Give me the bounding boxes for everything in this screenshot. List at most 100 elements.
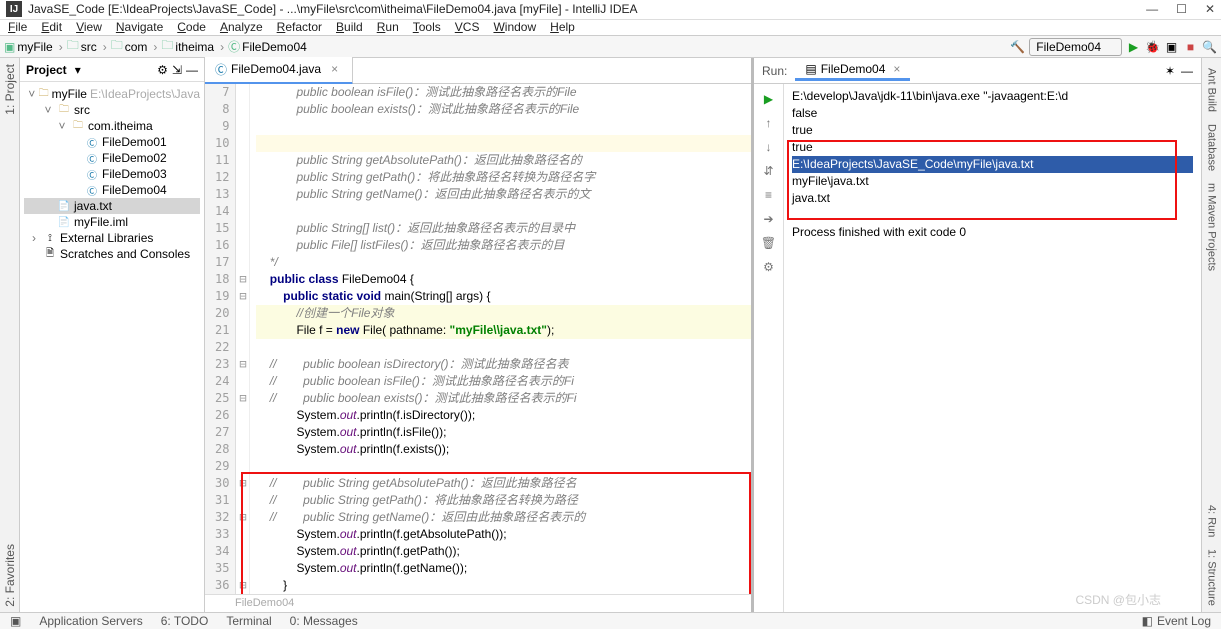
tab-run[interactable]: 4: Run <box>1206 505 1218 537</box>
code-line-24[interactable]: // public boolean isFile()：测试此抽象路径名表示的Fi <box>256 373 751 390</box>
run-tool-4[interactable]: ≡ <box>760 186 778 204</box>
run-tab-label[interactable]: FileDemo04 <box>821 62 886 76</box>
menu-file[interactable]: File <box>8 20 27 34</box>
status-eventlog[interactable]: ◧ Event Log <box>1142 614 1211 628</box>
breadcrumb-com[interactable]: 🗀 com <box>111 36 162 57</box>
run-tool-0[interactable]: ▶ <box>760 90 778 108</box>
status-terminal[interactable]: Terminal <box>226 614 271 628</box>
run-config-combo[interactable]: FileDemo04 <box>1029 38 1122 56</box>
code-line-31[interactable]: // public String getPath()：将此抽象路径名转换为路径 <box>256 492 751 509</box>
menu-vcs[interactable]: VCS <box>455 20 480 34</box>
tree-item-filedemo04[interactable]: ⒸFileDemo04 <box>24 182 200 198</box>
close-tab-icon[interactable]: × <box>331 62 338 76</box>
code-line-33[interactable]: System.out.println(f.getAbsolutePath()); <box>256 526 751 543</box>
tab-ant[interactable]: Ant Build <box>1206 68 1218 112</box>
editor-tab-filedemo04[interactable]: Ⓒ FileDemo04.java × <box>205 57 353 85</box>
code-line-20[interactable]: //创建一个File对象 <box>256 305 751 322</box>
run-icon[interactable]: ▶ <box>1126 39 1141 54</box>
tab-maven[interactable]: m Maven Projects <box>1206 183 1218 271</box>
run-tool-3[interactable]: ⇵ <box>760 162 778 180</box>
code-line-35[interactable]: System.out.println(f.getName()); <box>256 560 751 577</box>
code-line-17[interactable]: */ <box>256 254 751 271</box>
code-line-8[interactable]: public boolean exists()：测试此抽象路径名表示的File <box>256 101 751 118</box>
status-appservers[interactable]: Application Servers <box>39 614 142 628</box>
tree-item-external-libraries[interactable]: ›⟟External Libraries <box>24 230 200 246</box>
run-tool-7[interactable]: ⚙ <box>760 258 778 276</box>
hide-run-icon[interactable]: — <box>1181 64 1193 78</box>
console-line-5[interactable]: myFile\java.txt <box>792 173 1193 190</box>
code-line-32[interactable]: // public String getName()：返回由此抽象路径名表示的 <box>256 509 751 526</box>
tree-item-scratches-and-consoles[interactable]: 🗎Scratches and Consoles <box>24 246 200 262</box>
status-corner-icon[interactable]: ▣ <box>10 614 21 628</box>
tab-favorites[interactable]: 2: Favorites <box>3 544 17 607</box>
tree-item-filedemo02[interactable]: ⒸFileDemo02 <box>24 150 200 166</box>
code-line-27[interactable]: System.out.println(f.isFile()); <box>256 424 751 441</box>
code-line-25[interactable]: // public boolean exists()：测试此抽象路径名表示的Fi <box>256 390 751 407</box>
menu-tools[interactable]: Tools <box>413 20 441 34</box>
settings-icon[interactable]: ✶ <box>1165 64 1175 78</box>
collapse-icon[interactable]: ⇲ <box>172 63 182 77</box>
tab-structure[interactable]: 1: Structure <box>1206 549 1218 606</box>
code-line-22[interactable] <box>256 339 751 356</box>
status-todo[interactable]: 6: TODO <box>161 614 209 628</box>
menu-analyze[interactable]: Analyze <box>220 20 263 34</box>
menu-edit[interactable]: Edit <box>41 20 62 34</box>
stop-icon[interactable]: ■ <box>1183 39 1198 54</box>
run-tool-1[interactable]: ↑ <box>760 114 778 132</box>
tree-item-myfile-iml[interactable]: 📄myFile.iml <box>24 214 200 230</box>
menu-refactor[interactable]: Refactor <box>277 20 322 34</box>
console-line-8[interactable]: Process finished with exit code 0 <box>792 224 1193 241</box>
code-line-14[interactable] <box>256 203 751 220</box>
code-line-15[interactable]: public String[] list()：返回此抽象路径名表示的目录中 <box>256 220 751 237</box>
menu-window[interactable]: Window <box>493 20 536 34</box>
tree-item-java-txt[interactable]: 📄java.txt <box>24 198 200 214</box>
code-line-9[interactable] <box>256 118 751 135</box>
menu-build[interactable]: Build <box>336 20 363 34</box>
console-line-2[interactable]: true <box>792 122 1193 139</box>
code-line-29[interactable] <box>256 458 751 475</box>
menu-navigate[interactable]: Navigate <box>116 20 163 34</box>
tab-database[interactable]: Database <box>1206 124 1218 171</box>
menu-code[interactable]: Code <box>177 20 206 34</box>
run-tool-6[interactable]: 🗑 <box>760 234 778 252</box>
run-tool-5[interactable]: ➔ <box>760 210 778 228</box>
breadcrumb-itheima[interactable]: 🗀 itheima <box>161 36 228 57</box>
debug-icon[interactable]: 🐞 <box>1145 39 1160 54</box>
tab-project[interactable]: 1: Project <box>3 64 17 115</box>
code-line-10[interactable] <box>256 135 751 152</box>
chevron-down-icon[interactable]: ▾ <box>75 63 81 77</box>
code-line-34[interactable]: System.out.println(f.getPath()); <box>256 543 751 560</box>
tree-item-src[interactable]: ˅🗀src <box>24 102 200 118</box>
code-line-16[interactable]: public File[] listFiles()：返回此抽象路径名表示的目 <box>256 237 751 254</box>
code-line-12[interactable]: public String getPath()：将此抽象路径名转换为路径名字 <box>256 169 751 186</box>
menu-view[interactable]: View <box>76 20 102 34</box>
code-line-21[interactable]: File f = new File( pathname: "myFile\\ja… <box>256 322 751 339</box>
code-line-23[interactable]: // public boolean isDirectory()：测试此抽象路径名… <box>256 356 751 373</box>
hammer-icon[interactable]: 🔨 <box>1010 39 1025 54</box>
gear-icon[interactable]: ⚙ <box>157 63 168 77</box>
tree-item-myfile[interactable]: ˅🗀myFile E:\IdeaProjects\Java <box>24 86 200 102</box>
code-line-13[interactable]: public String getName()：返回由此抽象路径名表示的文 <box>256 186 751 203</box>
code-line-36[interactable]: } <box>256 577 751 594</box>
console-line-4[interactable]: E:\IdeaProjects\JavaSE_Code\myFile\java.… <box>792 156 1193 173</box>
console-line-0[interactable]: E:\develop\Java\jdk-11\bin\java.exe "-ja… <box>792 88 1193 105</box>
code-line-30[interactable]: // public String getAbsolutePath()：返回此抽象… <box>256 475 751 492</box>
search-icon[interactable]: 🔍 <box>1202 39 1217 54</box>
menu-run[interactable]: Run <box>377 20 399 34</box>
code-line-7[interactable]: public boolean isFile()：测试此抽象路径名表示的File <box>256 84 751 101</box>
code-line-28[interactable]: System.out.println(f.exists()); <box>256 441 751 458</box>
tree-item-filedemo03[interactable]: ⒸFileDemo03 <box>24 166 200 182</box>
breadcrumb-myfile[interactable]: ▣ myFile <box>4 40 67 54</box>
coverage-icon[interactable]: ▣ <box>1164 39 1179 54</box>
code-line-19[interactable]: public static void main(String[] args) { <box>256 288 751 305</box>
code-line-18[interactable]: public class FileDemo04 { <box>256 271 751 288</box>
close-run-tab-icon[interactable]: × <box>893 62 900 76</box>
code-line-26[interactable]: System.out.println(f.isDirectory()); <box>256 407 751 424</box>
tree-item-filedemo01[interactable]: ⒸFileDemo01 <box>24 134 200 150</box>
run-tool-2[interactable]: ↓ <box>760 138 778 156</box>
minimize-icon[interactable]: — <box>1146 2 1158 16</box>
tree-item-com-itheima[interactable]: ˅🗀com.itheima <box>24 118 200 134</box>
close-icon[interactable]: ✕ <box>1205 2 1215 16</box>
maximize-icon[interactable]: ☐ <box>1176 2 1187 16</box>
menu-help[interactable]: Help <box>550 20 575 34</box>
